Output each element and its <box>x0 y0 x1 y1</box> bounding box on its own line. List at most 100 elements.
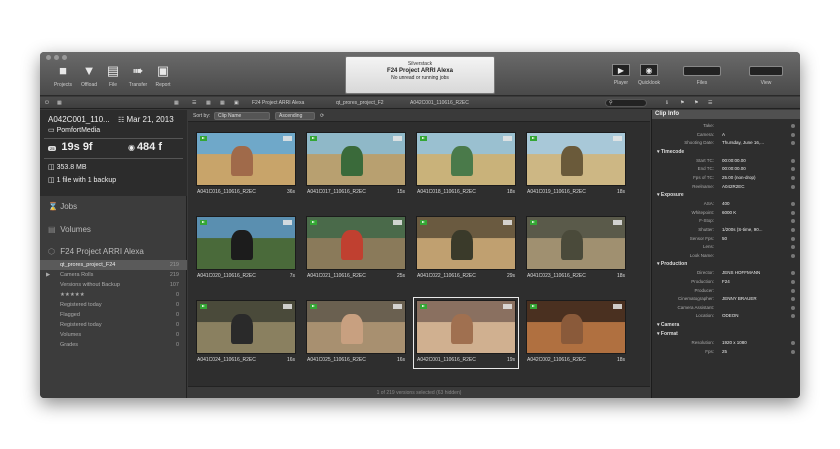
inspector-value[interactable]: 00:00:00.00 <box>722 157 746 165</box>
play-badge-icon[interactable] <box>420 220 427 225</box>
player-button[interactable]: ▶ Player <box>608 64 634 86</box>
tree-item-project-folder[interactable]: qt_prores_project_F24 219 <box>40 260 187 270</box>
lock-toggle-icon[interactable] <box>791 158 795 163</box>
play-badge-icon[interactable] <box>530 304 537 309</box>
clip-thumbnail[interactable]: A041C017_110616_R2EC 15s <box>306 132 406 198</box>
clip-thumbnail[interactable]: A041C023_110616_R2EC 18s <box>526 216 626 282</box>
clip-thumbnail[interactable]: A041C019_110616_R2EC 18s <box>526 132 626 198</box>
disclosure-triangle-icon[interactable]: ▶ <box>46 270 50 280</box>
view-toggle[interactable]: View <box>746 64 786 86</box>
lock-toggle-icon[interactable] <box>791 176 795 180</box>
info-tab-icon[interactable]: ℹ <box>666 100 668 106</box>
close-window-button[interactable] <box>46 55 51 60</box>
clip-thumbnail[interactable]: A041C020_110616_R2EC 7s <box>196 216 296 282</box>
thumbnail-view-icon[interactable]: ▦ <box>206 100 211 106</box>
calendar-icon[interactable]: ▦ <box>57 100 62 106</box>
breadcrumb-folder[interactable]: qt_prores_project_F2 <box>336 100 384 106</box>
inspector-value[interactable]: JENNY BRAUER <box>722 295 757 303</box>
inspector-section-header[interactable]: ▾ Production <box>657 261 687 267</box>
inspector-value[interactable]: 1920 x 1080 <box>722 339 747 347</box>
quicklook-button[interactable]: ◉ Quicklook <box>636 64 662 86</box>
lock-toggle-icon[interactable] <box>791 141 795 146</box>
minimize-window-button[interactable] <box>54 55 59 60</box>
tree-item-rating[interactable]: ★★★★★ 0 <box>40 290 187 300</box>
report-button[interactable]: ▣ Report <box>150 64 176 89</box>
inspector-value[interactable]: 00:00:00.00 <box>722 165 746 173</box>
play-badge-icon[interactable] <box>200 304 207 309</box>
clip-thumbnail[interactable]: A041C025_110616_R2EC 16s <box>306 300 406 366</box>
lock-toggle-icon[interactable] <box>791 210 795 215</box>
tree-item-grades[interactable]: Grades 0 <box>40 340 187 350</box>
breadcrumb-project[interactable]: F24 Project ARRI Alexa <box>252 100 304 106</box>
files-slider[interactable]: Files <box>672 64 732 86</box>
tree-item-versions-without-backup[interactable]: Versions without Backup 107 <box>40 280 187 290</box>
inspector-section-header[interactable]: ▾ Timecode <box>657 149 684 155</box>
inspector-value[interactable]: 25 <box>722 348 727 356</box>
lock-toggle-icon[interactable] <box>791 297 795 302</box>
tree-item-camera-rolls[interactable]: ▶ Camera Rolls 219 <box>40 270 187 280</box>
clip-thumbnail[interactable]: A041C022_110616_R2EC 29s <box>416 216 516 282</box>
lock-toggle-icon[interactable] <box>791 202 795 207</box>
list-tab-icon[interactable]: ☰ <box>708 100 712 106</box>
lock-toggle-icon[interactable] <box>791 253 795 258</box>
play-badge-icon[interactable] <box>310 304 317 309</box>
lock-toggle-icon[interactable] <box>791 280 795 284</box>
play-badge-icon[interactable] <box>420 304 427 309</box>
inspector-section-header[interactable]: ▾ Exposure <box>657 192 684 198</box>
inspector-value[interactable]: 6000 K <box>722 209 736 217</box>
clip-thumbnail[interactable]: A042C001_110616_R2EC 19s <box>413 297 519 369</box>
inspector-value[interactable]: 50 <box>722 235 727 243</box>
play-badge-icon[interactable] <box>530 220 537 225</box>
lock-toggle-icon[interactable] <box>791 184 795 189</box>
slider-track[interactable] <box>683 66 721 76</box>
grid-view-icon[interactable]: ▦ <box>220 100 225 106</box>
sidebar-grid-icon[interactable]: ▦ <box>174 100 179 106</box>
refresh-icon[interactable]: ⟳ <box>320 113 324 119</box>
sort-order-select[interactable]: Ascending <box>275 112 315 120</box>
projects-button[interactable]: ■ Projects <box>50 64 76 89</box>
lock-toggle-icon[interactable] <box>791 245 795 250</box>
sidebar-item-volumes[interactable]: ▤ Volumes <box>48 225 91 234</box>
play-badge-icon[interactable] <box>420 136 427 141</box>
inspector-value[interactable]: Thursday, June 16,... <box>722 139 764 147</box>
lock-toggle-icon[interactable] <box>791 349 795 354</box>
lock-toggle-icon[interactable] <box>791 167 795 172</box>
clip-thumbnail[interactable]: A041C018_110616_R2EC 18s <box>416 132 516 198</box>
tree-item-registered-today-2[interactable]: Registered today 0 <box>40 320 187 330</box>
play-badge-icon[interactable] <box>310 136 317 141</box>
lock-toggle-icon[interactable] <box>791 314 795 319</box>
offload-button[interactable]: ▼ Offload <box>76 64 102 89</box>
inspector-value[interactable]: 25.00 (non-drop) <box>722 174 756 182</box>
lock-toggle-icon[interactable] <box>791 271 795 276</box>
inspector-value[interactable]: 400 <box>722 200 730 208</box>
list-view-icon[interactable]: ☰ <box>192 100 196 106</box>
transfer-button[interactable]: ➠ Transfer <box>125 64 151 89</box>
tree-item-flagged[interactable]: Flagged 0 <box>40 310 187 320</box>
inspector-value[interactable]: F24 <box>722 278 730 286</box>
power-icon[interactable]: ⏻ <box>45 100 49 106</box>
clip-thumbnail[interactable]: A042C002_110616_R2EC 18s <box>526 300 626 366</box>
tree-item-volumes[interactable]: Volumes 0 <box>40 330 187 340</box>
lock-toggle-icon[interactable] <box>791 341 795 345</box>
breadcrumb-clip[interactable]: A042C001_110616_R2EC <box>410 100 469 106</box>
play-badge-icon[interactable] <box>200 220 207 225</box>
inspector-value[interactable]: JENS HOFFMANN <box>722 269 760 277</box>
play-badge-icon[interactable] <box>200 136 207 141</box>
inspector-value[interactable]: 1/200s (S-time, 90... <box>722 226 763 234</box>
clip-thumbnail[interactable]: A041C021_110616_R2EC 25s <box>306 216 406 282</box>
clip-thumbnail[interactable]: A041C024_110616_R2EC 16s <box>196 300 296 366</box>
lock-toggle-icon[interactable] <box>791 132 795 137</box>
tree-item-registered-today[interactable]: Registered today 0 <box>40 300 187 310</box>
file-button[interactable]: ▤ File <box>100 64 126 89</box>
lock-toggle-icon[interactable] <box>791 228 795 232</box>
lock-toggle-icon[interactable] <box>791 288 795 293</box>
inspector-value[interactable]: ODEON <box>722 312 739 320</box>
search-input[interactable]: ⚲ <box>605 99 647 107</box>
inspector-section-header[interactable]: ▾ Camera <box>657 322 679 328</box>
sort-field-select[interactable]: Clip Name <box>214 112 270 120</box>
flag-tab-icon[interactable]: ⚑ <box>680 100 684 106</box>
inspector-value[interactable]: A042R2EC <box>722 183 745 191</box>
lock-toggle-icon[interactable] <box>791 124 795 128</box>
lock-toggle-icon[interactable] <box>791 236 795 241</box>
tag-tab-icon[interactable]: ⚑ <box>694 100 698 106</box>
